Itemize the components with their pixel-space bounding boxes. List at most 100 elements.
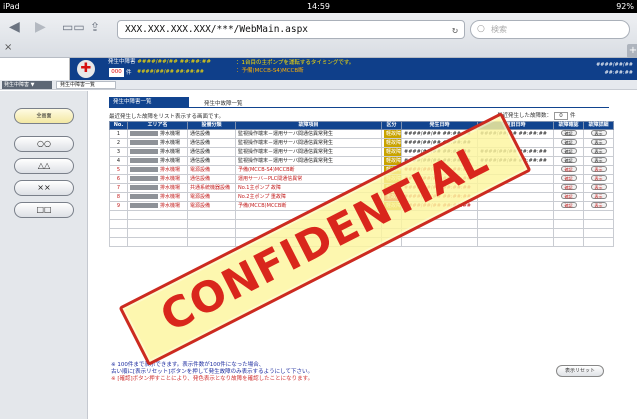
confirm-button[interactable]: 確認 (560, 139, 577, 145)
note-line: 古い順に[表示リセット]ボタンを押して発生故障のみ表示するようにして下さい。 (111, 369, 313, 375)
detail-button[interactable]: 表示 (590, 148, 607, 154)
display-reset-button[interactable]: 表示リセット (556, 365, 604, 377)
address-bar[interactable]: XXX.XXX.XXX.XXX/***/WebMain.aspx ↻ (117, 20, 465, 39)
alarm-message-1: ：1台目の主ポンプを運転するタイミングです。 (236, 60, 355, 66)
tab-active-faults[interactable]: 発生中障害一覧 (109, 97, 189, 108)
cell-empty (583, 237, 614, 247)
cell-empty (187, 219, 236, 229)
area-name: 排水機場 (160, 185, 181, 191)
cell-class: 通信設備 (187, 129, 236, 139)
menu-button-square[interactable]: □□ (14, 202, 74, 218)
cell-kubun: 軽故障 (381, 129, 402, 139)
cell-empty (187, 210, 236, 220)
cell-empty (109, 228, 128, 238)
cell-no: 8 (109, 192, 128, 202)
detail-button[interactable]: 表示 (590, 184, 607, 190)
masked-area-bar (130, 194, 158, 199)
confirm-button[interactable]: 確認 (560, 157, 577, 163)
table-header-row: No. エリア名 設備分類 故障項目 区分 発生日時 復旧日時 故障確認 故障詳… (109, 121, 614, 130)
confirm-button[interactable]: 確認 (560, 148, 577, 154)
column-header: 区分 (381, 121, 402, 130)
left-menu: 全画面 ○○ △△ ×× □□ (0, 91, 88, 419)
column-header: エリア名 (127, 121, 188, 130)
confirm-button[interactable]: 確認 (560, 130, 577, 136)
menu-button-circle[interactable]: ○○ (14, 136, 74, 152)
detail-button[interactable]: 表示 (590, 175, 607, 181)
cell-class-text: 通信設備 (190, 176, 211, 182)
screen-tab-fault-list[interactable]: 発生中障害一覧 (56, 81, 116, 89)
cell-item: 運用サーバ－PLC間通信異常 (235, 174, 382, 184)
cell-kubun: 軽故障 (381, 147, 402, 157)
tab-fault-list[interactable]: 発生中故障一覧 (204, 99, 243, 107)
cell-class-text: 通信設備 (190, 158, 211, 164)
cell-no-text: 6 (116, 176, 121, 182)
cell-item: 予備(MCCB-S4)MCCB断 (235, 165, 382, 175)
column-header: No. (109, 121, 128, 130)
cell-area: 排水機場 (127, 138, 188, 148)
column-header: 故障詳細 (583, 121, 614, 130)
note-line: ※ 100件まで表示できます。表示件数が100件になった場合、 (111, 362, 265, 368)
detail-button[interactable]: 表示 (590, 139, 607, 145)
detail-button[interactable]: 表示 (590, 193, 607, 199)
detail-button[interactable]: 表示 (590, 130, 607, 136)
ios-status-bar: iPad 14:59 92% (0, 0, 637, 13)
cell-action: 表示 (583, 165, 614, 175)
cell-no-text: 8 (116, 194, 121, 200)
screen-select-dropdown[interactable]: 発生中障害 ▼ (2, 81, 52, 89)
table-row: 4排水機場通信設備監視操作端末－運用サーバ間通信異常発生軽故障####/##/#… (109, 156, 614, 166)
cell-no-text: 1 (116, 131, 121, 137)
cell-no: 2 (109, 138, 128, 148)
area-name: 排水機場 (160, 194, 181, 200)
menu-button-cross[interactable]: ×× (14, 180, 74, 196)
search-icon: ○ (477, 24, 485, 34)
reload-icon[interactable]: ↻ (452, 22, 458, 39)
detail-button[interactable]: 表示 (590, 166, 607, 172)
cell-empty (553, 228, 584, 238)
search-field[interactable]: ○ 検索 (470, 20, 630, 39)
back-arrow-icon[interactable]: ◀ (9, 19, 20, 35)
notes: ※ 100件まで表示できます。表示件数が100件になった場合、 古い順に[表示リ… (111, 362, 313, 383)
share-icon[interactable]: ⇪ (90, 19, 100, 35)
detail-button[interactable]: 表示 (590, 157, 607, 163)
confirm-button[interactable]: 確認 (560, 184, 577, 190)
confirm-button[interactable]: 確認 (560, 175, 577, 181)
confirm-button[interactable]: 確認 (560, 166, 577, 172)
url-text: XXX.XXX.XXX.XXX/***/WebMain.aspx (125, 24, 309, 35)
cell-action: 表示 (583, 201, 614, 211)
menu-button-triangle[interactable]: △△ (14, 158, 74, 174)
cell-no-text: 9 (116, 203, 121, 209)
close-tab-icon[interactable]: × (4, 42, 12, 53)
detail-button[interactable]: 表示 (590, 202, 607, 208)
note-line: ※ [確認]ボタン押すことにより、発色表示となり故障を確認したことになります。 (111, 376, 314, 382)
cell-action: 確認 (553, 183, 584, 193)
search-placeholder: 検索 (491, 25, 507, 34)
confirm-button[interactable]: 確認 (560, 193, 577, 199)
new-tab-button[interactable]: + (627, 44, 637, 58)
header-date: ####/##/## (596, 62, 633, 68)
area-name: 排水機場 (160, 131, 181, 137)
confirm-button[interactable]: 確認 (560, 202, 577, 208)
recent-label: 最近発生した故障数： (497, 113, 553, 119)
cell-action: 表示 (583, 138, 614, 148)
alarm-count: 000 (109, 68, 124, 77)
cell-class: 電源設備 (187, 201, 236, 211)
cell-item: 監視操作端末－運用サーバ間通信異常発生 (235, 147, 382, 157)
cell-empty (187, 237, 236, 247)
cell-empty (477, 219, 554, 229)
forward-arrow-icon[interactable]: ▶ (35, 19, 46, 35)
table-row: 3排水機場通信設備監視操作端末－運用サーバ間通信異常発生軽故障####/##/#… (109, 147, 614, 157)
cell-empty (553, 219, 584, 229)
cell-no: 5 (109, 165, 128, 175)
alarm-cross-icon[interactable]: ✚ (77, 60, 95, 78)
alarm-message-2: ：予備(MCCB-S4)MCCB断 (236, 68, 304, 74)
cell-empty (477, 228, 554, 238)
list-tabs: 発生中障害一覧 発生中故障一覧 (109, 97, 609, 108)
book-icon[interactable]: ▭▭ (62, 19, 85, 35)
cell-item-text: No.2主ポンプ 重故障 (238, 194, 286, 200)
menu-button-all[interactable]: 全画面 (14, 108, 74, 124)
cell-empty (127, 237, 188, 247)
alarm-datetime-2: ####/##/## ##:##:## (137, 69, 204, 75)
cell-area: 排水機場 (127, 129, 188, 139)
cell-item-text: 監視操作端末－運用サーバ間通信異常発生 (238, 140, 333, 146)
cell-class-text: 電源設備 (190, 194, 211, 200)
